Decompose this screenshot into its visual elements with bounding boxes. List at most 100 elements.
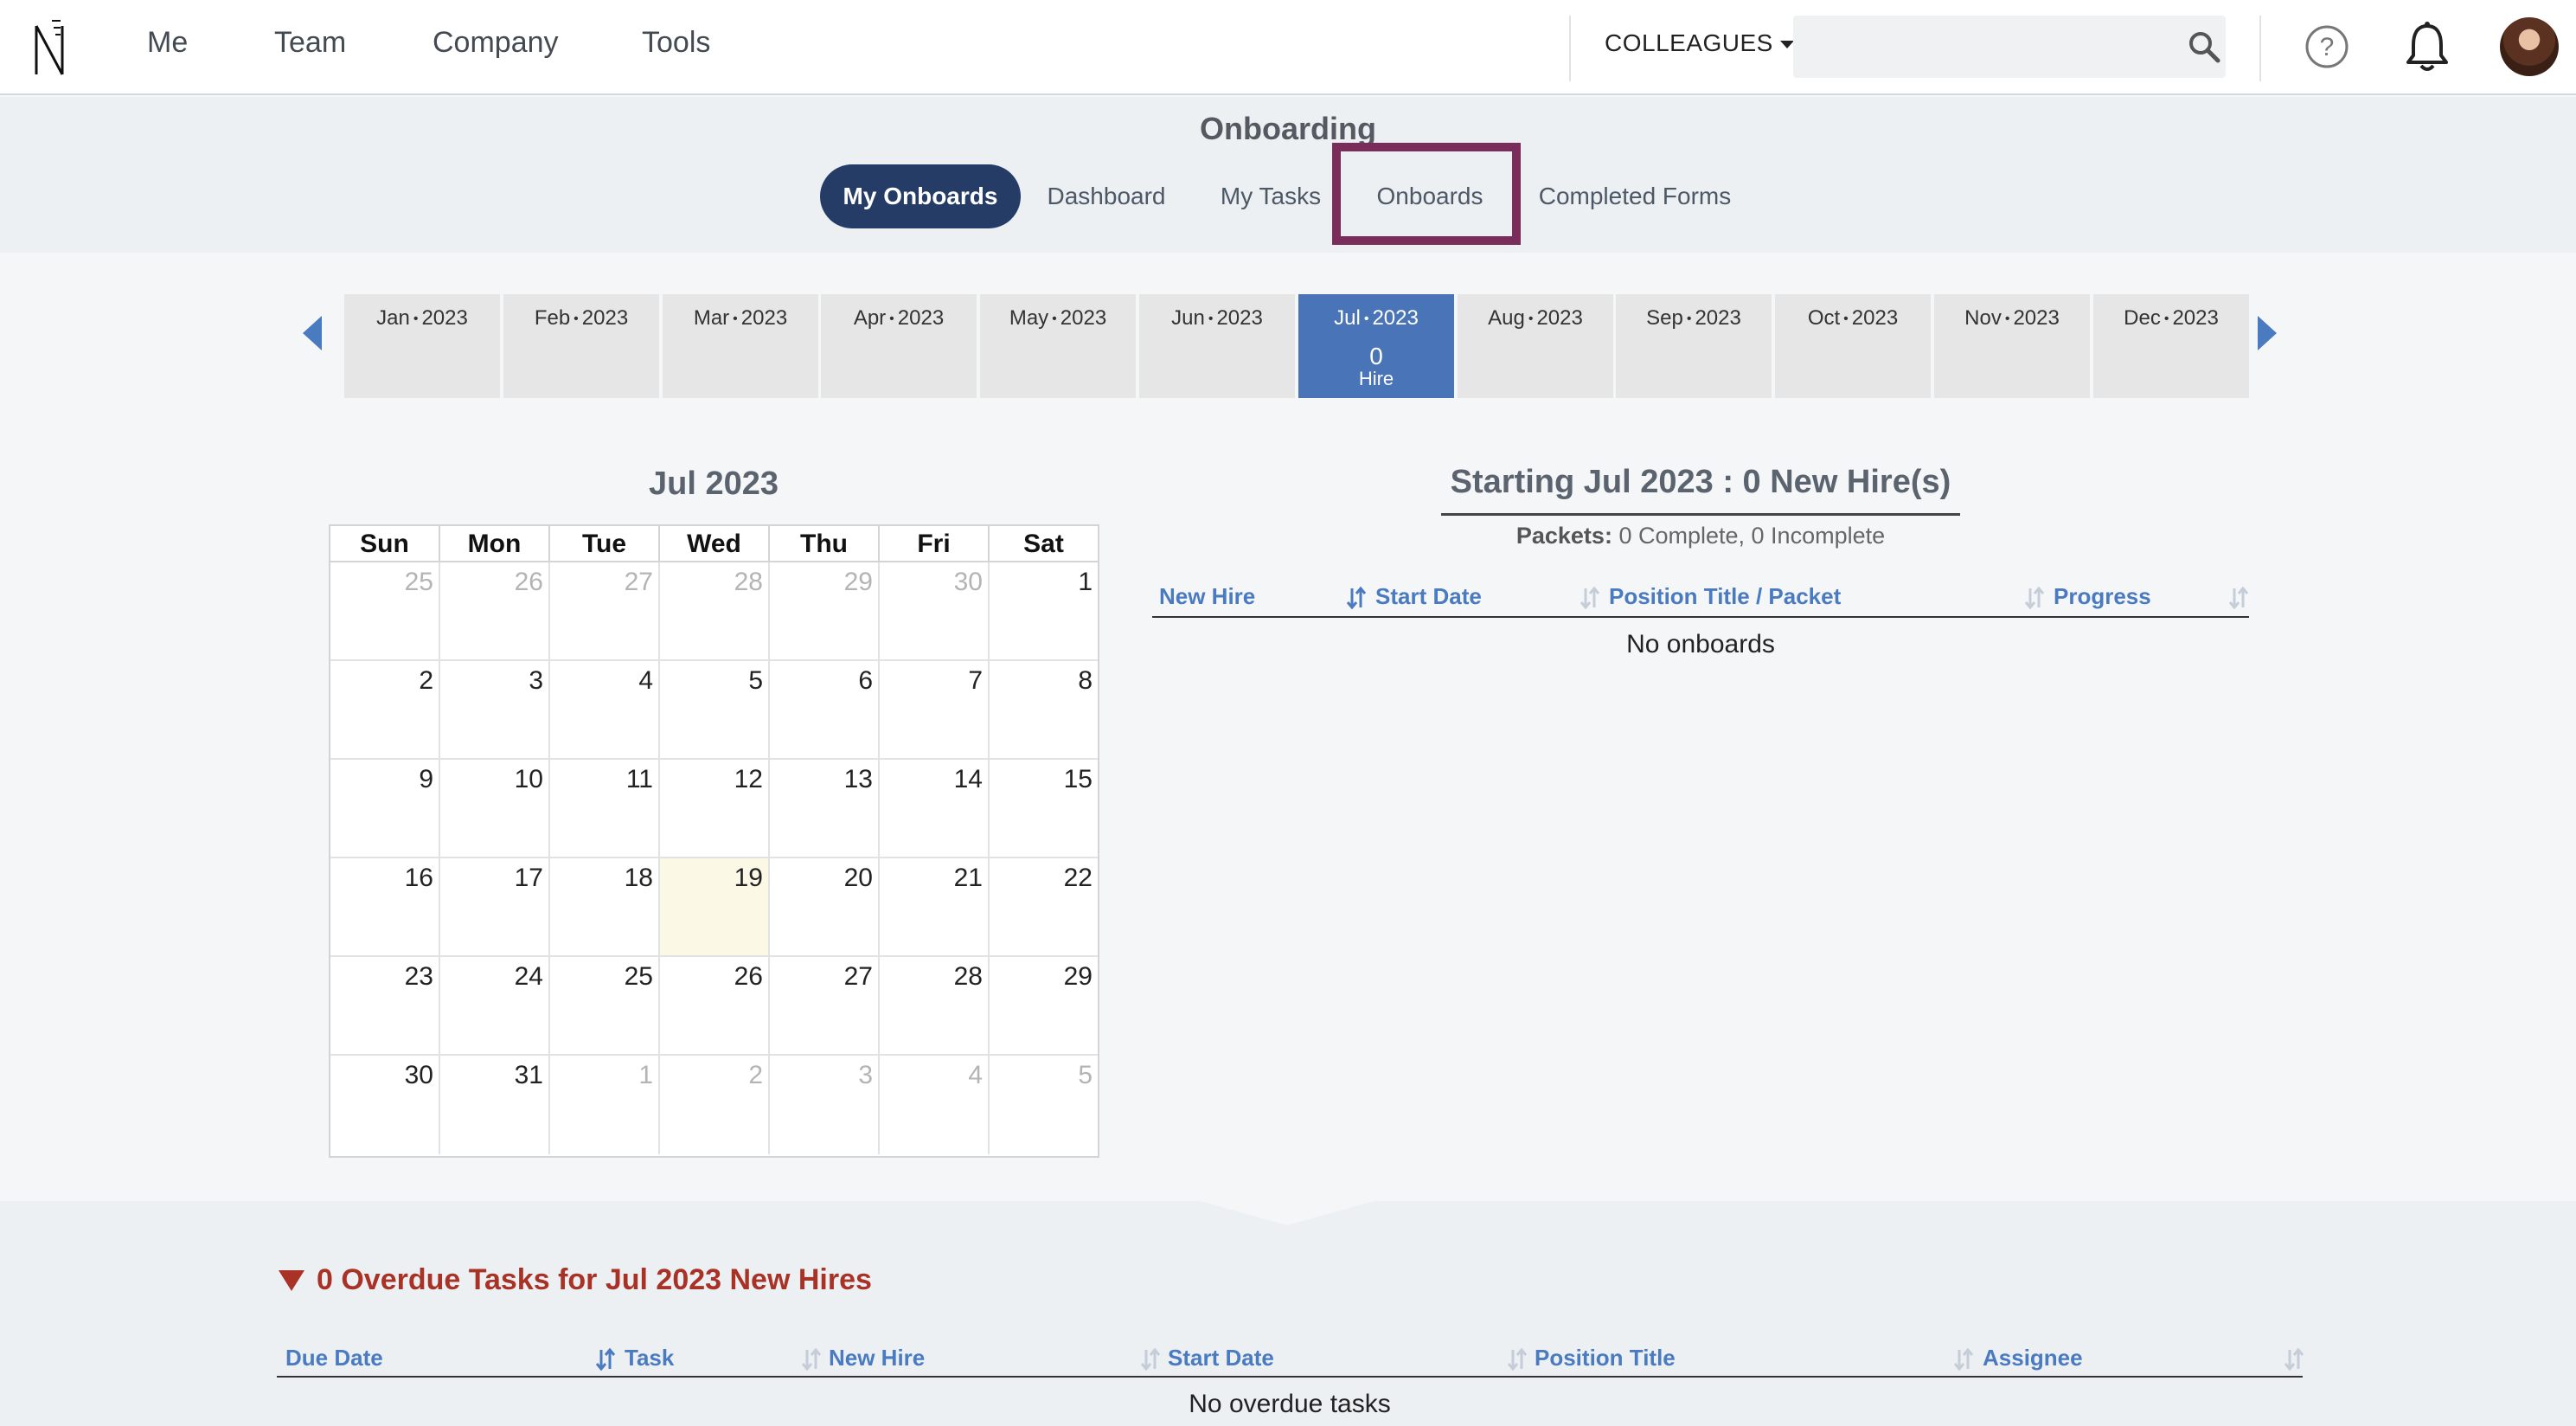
calendar-day[interactable]: 23 (330, 957, 440, 1054)
calendar-day[interactable]: 2 (330, 661, 440, 758)
nav-tools[interactable]: Tools (642, 26, 710, 60)
calendar-day[interactable]: 1 (550, 1056, 660, 1154)
month-tab-aug[interactable]: Aug • 2023 (1458, 294, 1613, 398)
calendar-day[interactable]: 6 (770, 661, 880, 758)
prev-month-arrow-icon[interactable] (303, 316, 322, 350)
nav-me[interactable]: Me (147, 26, 188, 60)
sort-icon[interactable] (801, 1346, 822, 1372)
calendar-day[interactable]: 5 (990, 1056, 1098, 1154)
month-year: 2023 (1695, 306, 1741, 330)
nav-team[interactable]: Team (274, 26, 346, 60)
month-year: 2023 (421, 306, 468, 330)
col-header-due-date[interactable]: Due Date (285, 1345, 383, 1371)
calendar-day[interactable]: 4 (880, 1056, 990, 1154)
calendar-day[interactable]: 25 (330, 562, 440, 659)
calendar-day[interactable]: 9 (330, 760, 440, 857)
calendar-day[interactable]: 30 (330, 1056, 440, 1154)
month-tab-oct[interactable]: Oct • 2023 (1775, 294, 1931, 398)
month-tab-nov[interactable]: Nov • 2023 (1934, 294, 2090, 398)
calendar-day[interactable]: 21 (880, 858, 990, 955)
month-tab-may[interactable]: May • 2023 (980, 294, 1136, 398)
colleagues-dropdown[interactable]: COLLEAGUES (1605, 29, 1794, 57)
calendar-day[interactable]: 5 (660, 661, 770, 758)
col-header-position-title[interactable]: Position Title (1535, 1345, 1676, 1371)
overdue-title[interactable]: 0 Overdue Tasks for Jul 2023 New Hires (317, 1263, 872, 1297)
calendar-week-row: 23 24 25 26 27 28 29 (330, 957, 1098, 1056)
search-input[interactable] (1793, 16, 2226, 78)
month-year: 2023 (740, 306, 788, 330)
sort-active-icon[interactable] (595, 1346, 616, 1372)
month-tab-mar[interactable]: Mar • 2023 (663, 294, 818, 398)
month-tab-dec[interactable]: Dec • 2023 (2093, 294, 2249, 398)
tab-dashboard[interactable]: Dashboard (1035, 164, 1178, 228)
month-tab-jan[interactable]: Jan • 2023 (344, 294, 500, 398)
calendar-day[interactable]: 27 (770, 957, 880, 1054)
col-header-progress[interactable]: Progress (2054, 583, 2151, 610)
sort-icon[interactable] (1140, 1346, 1161, 1372)
calendar-day[interactable]: 25 (550, 957, 660, 1054)
month-tab-jun[interactable]: Jun • 2023 (1139, 294, 1295, 398)
calendar-day[interactable]: 17 (440, 858, 550, 955)
collapse-triangle-icon[interactable] (279, 1270, 304, 1291)
calendar-day-today[interactable]: 19 (660, 858, 770, 955)
calendar-day[interactable]: 20 (770, 858, 880, 955)
calendar-day[interactable]: 29 (770, 562, 880, 659)
calendar-day[interactable]: 7 (880, 661, 990, 758)
sort-icon[interactable] (1580, 585, 1600, 611)
calendar-day[interactable]: 14 (880, 760, 990, 857)
sort-icon[interactable] (2284, 1346, 2304, 1372)
help-icon[interactable]: ? (2304, 24, 2349, 69)
calendar-day[interactable]: 28 (660, 562, 770, 659)
month-tab-sep[interactable]: Sep • 2023 (1616, 294, 1772, 398)
notification-bell-icon[interactable] (2405, 21, 2450, 73)
calendar-day[interactable]: 15 (990, 760, 1098, 857)
calendar-day[interactable]: 12 (660, 760, 770, 857)
tab-completed-forms[interactable]: Completed Forms (1524, 164, 1746, 228)
col-header-position-title-packet[interactable]: Position Title / Packet (1609, 583, 1841, 610)
avatar[interactable] (2500, 17, 2559, 76)
calendar-day[interactable]: 27 (550, 562, 660, 659)
month-dot: • (2004, 311, 2010, 326)
nav-company[interactable]: Company (433, 26, 559, 60)
calendar-day[interactable]: 4 (550, 661, 660, 758)
month-tab-feb[interactable]: Feb • 2023 (503, 294, 659, 398)
tab-my-tasks[interactable]: My Tasks (1204, 164, 1337, 228)
calendar-day[interactable]: 22 (990, 858, 1098, 955)
calendar-day[interactable]: 26 (660, 957, 770, 1054)
calendar-day[interactable]: 16 (330, 858, 440, 955)
calendar-day[interactable]: 28 (880, 957, 990, 1054)
calendar-day[interactable]: 18 (550, 858, 660, 955)
next-month-arrow-icon[interactable] (2258, 316, 2277, 350)
hire-unit: Hire (1358, 368, 1394, 389)
sort-icon[interactable] (2024, 585, 2045, 611)
month-tab-apr[interactable]: Apr • 2023 (821, 294, 977, 398)
col-header-new-hire[interactable]: New Hire (829, 1345, 925, 1371)
sort-icon[interactable] (1507, 1346, 1528, 1372)
search-icon[interactable] (2187, 29, 2221, 64)
calendar-day[interactable]: 24 (440, 957, 550, 1054)
calendar-day[interactable]: 13 (770, 760, 880, 857)
month-tab-jul[interactable]: Jul • 2023 0 Hire (1298, 294, 1454, 398)
col-header-start-date[interactable]: Start Date (1168, 1345, 1274, 1371)
calendar-day[interactable]: 30 (880, 562, 990, 659)
month-label: Dec (2124, 306, 2161, 330)
col-header-task[interactable]: Task (625, 1345, 674, 1371)
sort-icon[interactable] (2228, 585, 2249, 611)
calendar-day[interactable]: 2 (660, 1056, 770, 1154)
calendar-day[interactable]: 29 (990, 957, 1098, 1054)
col-header-assignee[interactable]: Assignee (1983, 1345, 2083, 1371)
sort-icon[interactable] (1953, 1346, 1974, 1372)
tab-my-onboards[interactable]: My Onboards (820, 164, 1021, 228)
calendar-day[interactable]: 8 (990, 661, 1098, 758)
calendar-day[interactable]: 31 (440, 1056, 550, 1154)
calendar-day[interactable]: 10 (440, 760, 550, 857)
calendar-day[interactable]: 3 (770, 1056, 880, 1154)
col-header-start-date[interactable]: Start Date (1375, 583, 1482, 610)
calendar-day[interactable]: 3 (440, 661, 550, 758)
calendar-day[interactable]: 26 (440, 562, 550, 659)
col-header-new-hire[interactable]: New Hire (1159, 583, 1255, 610)
logo-icon[interactable] (29, 17, 69, 80)
calendar-day[interactable]: 11 (550, 760, 660, 857)
sort-active-icon[interactable] (1346, 585, 1367, 611)
calendar-day[interactable]: 1 (990, 562, 1098, 659)
